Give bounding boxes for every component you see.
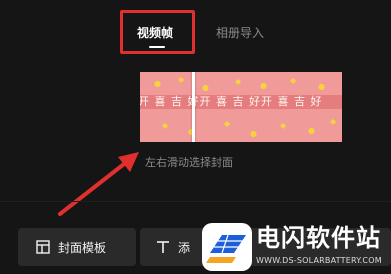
confetti-mark: ● [260,81,267,90]
video-frame-strip[interactable]: 开 喜 吉 好开 喜 吉 好开 喜 吉 好 ● ◆ ● ◆ ● ◆ ● ◆ ● … [140,72,342,142]
confetti-mark: ● [318,82,325,91]
add-text-label: 添 [178,240,191,255]
annotation-highlight-box [120,10,195,54]
frame-scrub-handle[interactable] [192,72,195,142]
confetti-mark: ● [202,83,209,92]
cover-template-label: 封面模板 [58,240,107,255]
solar-panel-logo-icon [202,223,252,271]
confetti-mark: ● [250,129,257,138]
tab-album-import[interactable]: 相册导入 [216,24,264,42]
text-icon [157,241,169,253]
confetti-mark: ◆ [162,121,169,130]
confetti-mark: ● [154,79,161,88]
cover-editor-screen: 视频帧 相册导入 开 喜 吉 好开 喜 吉 好开 喜 吉 好 ● ◆ ● ◆ ●… [0,0,391,274]
divider [0,201,391,202]
site-watermark: 电闪软件站 WWW.DS-SOLARBATTERY.COM [200,221,391,274]
cover-template-button[interactable]: 封面模板 [18,228,136,266]
confetti-mark: ◆ [330,117,337,126]
confetti-mark: ● [308,126,315,135]
confetti-mark: ◆ [280,121,287,130]
confetti-mark: ◆ [290,76,297,85]
watermark-title: 电闪软件站 [256,224,381,252]
confetti-mark: ◆ [224,119,231,128]
layout-template-icon [36,240,50,254]
confetti-mark: ◆ [178,75,185,84]
confetti-mark: ◆ [235,77,242,86]
watermark-url: WWW.DS-SOLARBATTERY.COM [256,256,382,265]
slide-hint-text: 左右滑动选择封面 [145,156,233,169]
strip-caption: 开 喜 吉 好开 喜 吉 好开 喜 吉 好 [140,95,323,108]
